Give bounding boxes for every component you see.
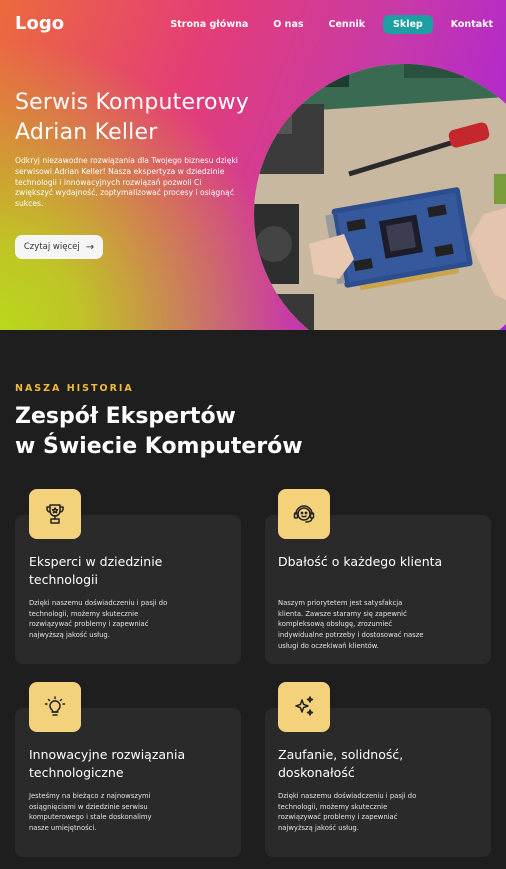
card-title: Zaufanie, solidność, doskonałość: [278, 747, 404, 780]
arrow-right-icon: →: [85, 241, 95, 253]
card-title: Innowacyjne rozwiązania technologiczne: [29, 747, 186, 780]
sparkles-icon: [278, 682, 330, 732]
section-title-line1: Zespół Ekspertów: [15, 404, 236, 429]
section-title: Zespół Ekspertów w Świecie Komputerów: [15, 402, 315, 462]
nav-home[interactable]: Strona główna: [170, 19, 248, 30]
read-more-button[interactable]: Czytaj więcej →: [15, 235, 103, 259]
card-text: Dzięki naszemu doświadczeniu i pasji do …: [29, 599, 168, 640]
lightbulb-icon: [29, 682, 81, 732]
headset-support-icon: [278, 489, 330, 539]
card-title: Dbałość o każdego klienta: [278, 554, 443, 569]
hero-description: Odkryj niezawodne rozwiązania dla Twojeg…: [15, 156, 238, 209]
main-nav: Strona główna O nas Cennik Sklep Kontakt: [170, 15, 493, 34]
card-text: Naszym priorytetem jest satysfakcja klie…: [278, 599, 424, 650]
nav-contact[interactable]: Kontakt: [451, 19, 493, 30]
logo[interactable]: Logo: [15, 13, 64, 34]
card-text: Dzięki naszemu doświadczeniu i pasji do …: [278, 792, 417, 833]
hero-title: Serwis Komputerowy Adrian Keller: [15, 90, 250, 145]
hero-photo: [254, 64, 506, 330]
nav-about[interactable]: O nas: [273, 19, 303, 30]
hero-section: Logo Strona główna O nas Cennik Sklep Ko…: [0, 0, 506, 330]
section-eyebrow: NASZA HISTORIA: [15, 383, 134, 394]
section-title-line2: w Świecie Komputerów: [15, 434, 303, 459]
photo-hands-repairing-graphics-card: [254, 64, 506, 330]
trophy-icon: [29, 489, 81, 539]
nav-pricing[interactable]: Cennik: [329, 19, 366, 30]
nav-shop[interactable]: Sklep: [383, 15, 433, 34]
read-more-label: Czytaj więcej: [23, 242, 80, 252]
card-text: Jesteśmy na bieżąco z najnowszymi osiągn…: [29, 792, 152, 833]
card-title: Eksperci w dziedzinie technologii: [29, 554, 163, 587]
